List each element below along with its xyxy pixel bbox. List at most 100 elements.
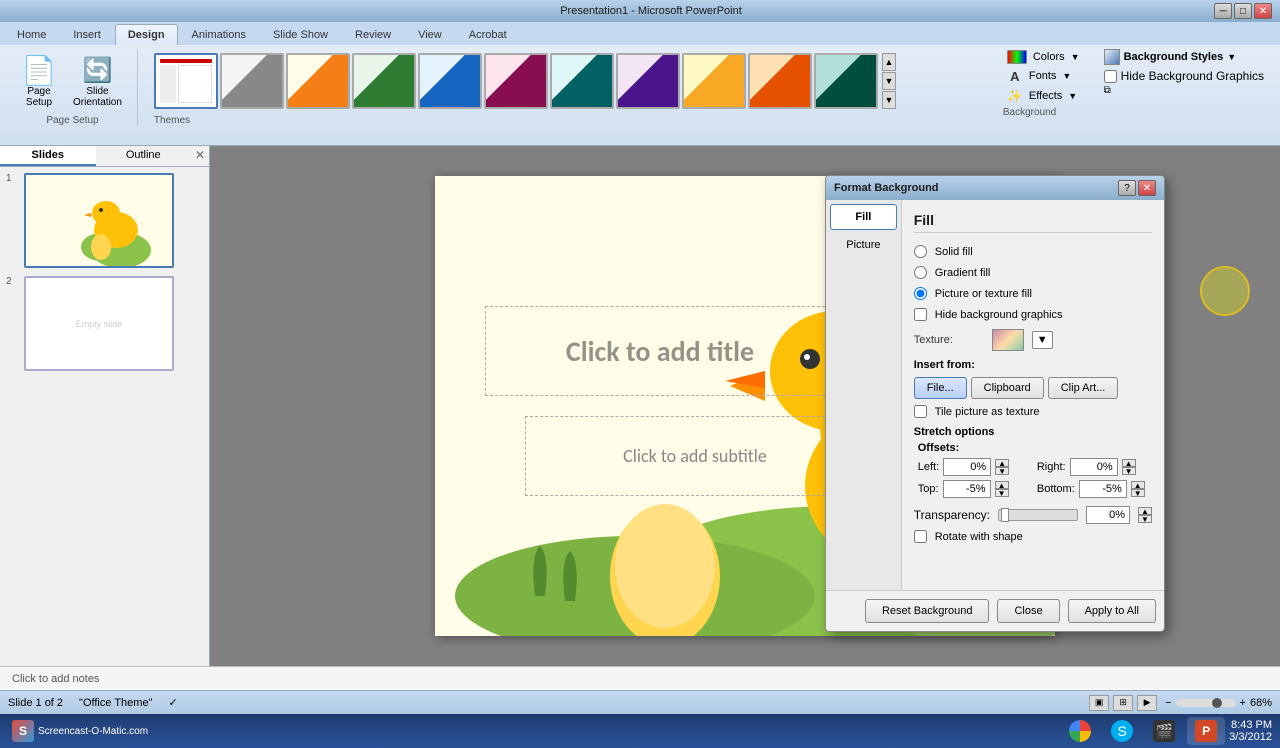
maximize-button[interactable]: □ bbox=[1234, 3, 1252, 19]
hide-bg-graphics-label: Hide background graphics bbox=[935, 309, 1063, 321]
slide-sorter-btn[interactable]: ⊞ bbox=[1113, 695, 1133, 711]
fonts-button[interactable]: A Fonts ▼ bbox=[1003, 67, 1084, 85]
tab-home[interactable]: Home bbox=[4, 24, 59, 45]
left-offset-input[interactable] bbox=[943, 458, 991, 476]
slide-thumb-1[interactable] bbox=[24, 173, 174, 268]
slide-show-btn[interactable]: ▶ bbox=[1137, 695, 1157, 711]
theme-scroll-down[interactable]: ▼ bbox=[882, 72, 896, 90]
bottom-offset-row: Bottom: ▲ ▼ bbox=[1037, 480, 1152, 498]
top-offset-input[interactable] bbox=[943, 480, 991, 498]
zoom-slider[interactable] bbox=[1176, 699, 1236, 707]
tab-animations[interactable]: Animations bbox=[179, 24, 259, 45]
tab-design[interactable]: Design bbox=[115, 24, 178, 45]
transparency-slider[interactable] bbox=[998, 509, 1078, 521]
reset-background-button[interactable]: Reset Background bbox=[865, 599, 990, 623]
top-spin-down[interactable]: ▼ bbox=[995, 489, 1009, 497]
minimize-button[interactable]: ─ bbox=[1214, 3, 1232, 19]
normal-view-btn[interactable]: ▣ bbox=[1089, 695, 1109, 711]
effects-button[interactable]: ✨ Effects ▼ bbox=[1003, 87, 1084, 105]
tab-outline[interactable]: Outline bbox=[96, 146, 192, 166]
dialog-nav-fill[interactable]: Fill bbox=[830, 204, 897, 230]
file-button[interactable]: File... bbox=[914, 377, 967, 399]
transparency-input[interactable] bbox=[1086, 506, 1130, 524]
dialog-title-bar: Format Background ? ✕ bbox=[826, 176, 1164, 200]
bg-styles-dropdown[interactable]: ▼ bbox=[1227, 52, 1236, 62]
slide-orientation-button[interactable]: 🔄 SlideOrientation bbox=[66, 49, 129, 113]
gradient-fill-radio[interactable] bbox=[914, 266, 927, 279]
tile-checkbox[interactable] bbox=[914, 405, 927, 418]
slide-title-box[interactable]: Click to add title bbox=[485, 306, 835, 396]
bottom-offset-input[interactable] bbox=[1079, 480, 1127, 498]
powerpoint-taskbar-btn[interactable]: P bbox=[1187, 717, 1225, 745]
tab-slides[interactable]: Slides bbox=[0, 146, 96, 166]
bottom-spin-down[interactable]: ▼ bbox=[1131, 489, 1145, 497]
skype-taskbar-btn[interactable]: S bbox=[1103, 717, 1141, 745]
rotate-option: Rotate with shape bbox=[914, 530, 1152, 543]
format-background-launcher[interactable]: ⧉ bbox=[1104, 85, 1111, 96]
cfe-buttons: Colors ▼ A Fonts ▼ ✨ Effects ▼ bbox=[1003, 49, 1084, 105]
film-taskbar-btn[interactable]: 🎬 bbox=[1145, 717, 1183, 745]
start-button[interactable]: S Screencast-O-Matic.com bbox=[4, 717, 156, 745]
right-offset-input[interactable] bbox=[1070, 458, 1118, 476]
dropdown-arrow-icon: ▼ bbox=[1037, 334, 1048, 346]
tab-slideshow[interactable]: Slide Show bbox=[260, 24, 341, 45]
apply-to-all-button[interactable]: Apply to All bbox=[1068, 599, 1156, 623]
tab-acrobat[interactable]: Acrobat bbox=[456, 24, 520, 45]
effects-icon: ✨ bbox=[1007, 88, 1023, 104]
clip-art-button[interactable]: Clip Art... bbox=[1048, 377, 1119, 399]
page-setup-icon: 📄 bbox=[23, 54, 55, 86]
fonts-label: Fonts bbox=[1029, 70, 1057, 82]
picture-fill-radio[interactable] bbox=[914, 287, 927, 300]
slide-subtitle-box[interactable]: Click to add subtitle bbox=[525, 416, 865, 496]
theme-5[interactable] bbox=[418, 53, 482, 109]
transparency-thumb[interactable] bbox=[1001, 508, 1009, 522]
zoom-out-btn[interactable]: − bbox=[1165, 697, 1171, 709]
offsets-section: Offsets: Left: ▲ ▼ Right: bbox=[918, 442, 1152, 498]
slide-2-empty: Empty slide bbox=[76, 319, 123, 329]
group-page-setup: 📄 PageSetup 🔄 SlideOrientation Page Setu… bbox=[8, 49, 138, 126]
colors-button[interactable]: Colors ▼ bbox=[1003, 49, 1084, 65]
bg-styles-button[interactable]: Background Styles bbox=[1124, 51, 1224, 63]
slide-thumb-2[interactable]: Empty slide bbox=[24, 276, 174, 371]
theme-7[interactable] bbox=[550, 53, 614, 109]
theme-11[interactable] bbox=[814, 53, 878, 109]
slides-panel-close[interactable]: ✕ bbox=[191, 146, 209, 164]
hide-bg-checkbox[interactable] bbox=[1104, 70, 1117, 83]
notes-bar[interactable]: Click to add notes bbox=[0, 666, 1280, 690]
bg-styles-icon bbox=[1104, 49, 1120, 65]
texture-dropdown[interactable]: ▼ bbox=[1032, 331, 1053, 349]
rotate-checkbox[interactable] bbox=[914, 530, 927, 543]
theme-6[interactable] bbox=[484, 53, 548, 109]
close-button[interactable]: Close bbox=[997, 599, 1059, 623]
theme-more[interactable]: ▼ bbox=[882, 91, 896, 109]
tab-insert[interactable]: Insert bbox=[60, 24, 114, 45]
theme-3[interactable] bbox=[286, 53, 350, 109]
dialog-nav: Fill Picture bbox=[826, 200, 902, 590]
hide-bg-graphics-checkbox[interactable] bbox=[914, 308, 927, 321]
theme-4[interactable] bbox=[352, 53, 416, 109]
slides-tabs: Slides Outline ✕ bbox=[0, 146, 209, 167]
theme-10[interactable] bbox=[748, 53, 812, 109]
dialog-nav-picture[interactable]: Picture bbox=[830, 232, 897, 258]
tab-review[interactable]: Review bbox=[342, 24, 404, 45]
tab-view[interactable]: View bbox=[405, 24, 455, 45]
theme-9[interactable] bbox=[682, 53, 746, 109]
clock: 8:43 PM3/3/2012 bbox=[1229, 719, 1276, 743]
page-setup-button[interactable]: 📄 PageSetup bbox=[16, 49, 62, 113]
transparency-spin-down[interactable]: ▼ bbox=[1138, 515, 1152, 523]
dialog-help-button[interactable]: ? bbox=[1118, 180, 1136, 196]
zoom-thumb[interactable] bbox=[1212, 698, 1222, 708]
theme-office[interactable] bbox=[154, 53, 218, 109]
theme-8[interactable] bbox=[616, 53, 680, 109]
chrome-taskbar-btn[interactable] bbox=[1061, 717, 1099, 745]
clipboard-button[interactable]: Clipboard bbox=[971, 377, 1044, 399]
theme-scroll-up[interactable]: ▲ bbox=[882, 53, 896, 71]
dialog-close-button[interactable]: ✕ bbox=[1138, 180, 1156, 196]
left-spin-down[interactable]: ▼ bbox=[995, 467, 1009, 475]
effects-dropdown-icon: ▼ bbox=[1068, 91, 1077, 101]
theme-2[interactable] bbox=[220, 53, 284, 109]
zoom-in-btn[interactable]: + bbox=[1240, 697, 1246, 709]
close-button[interactable]: ✕ bbox=[1254, 3, 1272, 19]
solid-fill-radio[interactable] bbox=[914, 245, 927, 258]
right-spin-down[interactable]: ▼ bbox=[1122, 467, 1136, 475]
